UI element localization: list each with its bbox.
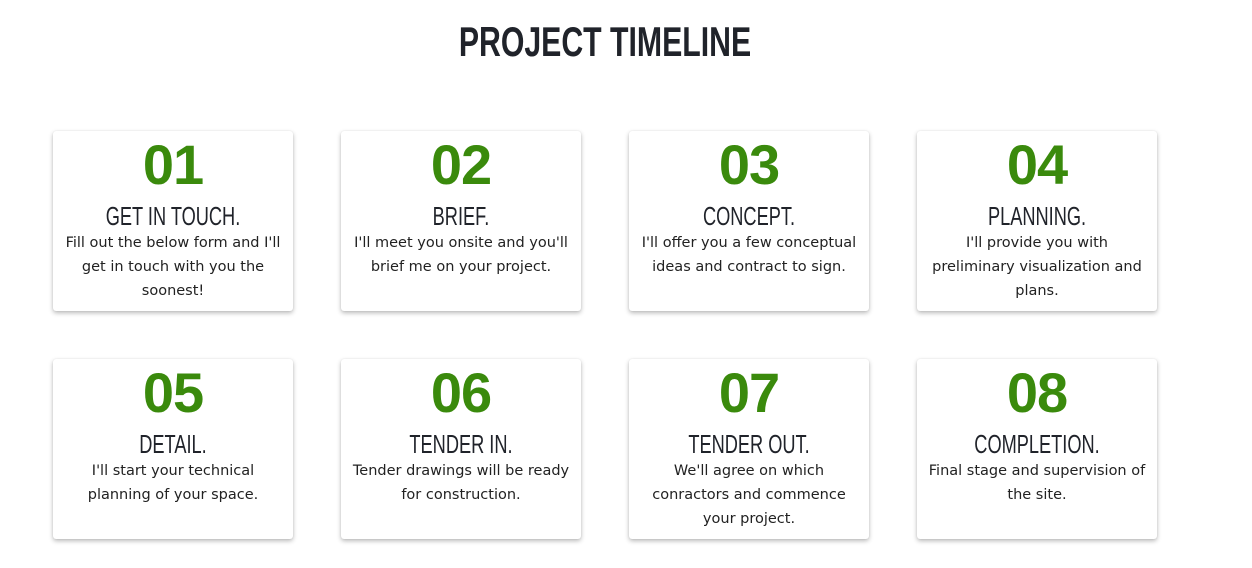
step-number: 08 bbox=[1006, 361, 1068, 424]
step-description: I'll offer you a few conceptual ideas an… bbox=[641, 235, 857, 275]
step-number: 03 bbox=[718, 133, 780, 196]
step-heading: BRIEF. bbox=[432, 201, 490, 231]
step-number: 02 bbox=[430, 133, 492, 196]
step-heading: CONCEPT. bbox=[702, 201, 796, 231]
step-description: I'll provide you with preliminary visual… bbox=[932, 235, 1142, 299]
timeline-card-07: 07 TENDER OUT. We'll agree on which conr… bbox=[629, 359, 869, 539]
step-description: I'll start your technical planning of yo… bbox=[87, 463, 259, 503]
step-number: 06 bbox=[430, 361, 492, 424]
timeline-card-04: 04 PLANNING. I'll provide you with preli… bbox=[917, 131, 1157, 311]
step-description: Tender drawings will be ready for constr… bbox=[352, 463, 570, 503]
step-number: 04 bbox=[1006, 133, 1068, 196]
timeline-card-05: 05 DETAIL. I'll start your technical pla… bbox=[53, 359, 293, 539]
step-heading: TENDER IN. bbox=[409, 429, 513, 459]
step-description: I'll meet you onsite and you'll brief me… bbox=[354, 235, 568, 275]
timeline-card-02: 02 BRIEF. I'll meet you onsite and you'l… bbox=[341, 131, 581, 311]
step-description: We'll agree on which conractors and comm… bbox=[652, 463, 846, 527]
timeline-card-03: 03 CONCEPT. I'll offer you a few concept… bbox=[629, 131, 869, 311]
timeline-card-06: 06 TENDER IN. Tender drawings will be re… bbox=[341, 359, 581, 539]
step-heading: PLANNING. bbox=[987, 201, 1087, 231]
step-number: 07 bbox=[718, 361, 780, 424]
step-heading: COMPLETION. bbox=[974, 429, 1100, 459]
step-description: Fill out the below form and I'll get in … bbox=[65, 235, 281, 299]
timeline-card-01: 01 GET IN TOUCH. Fill out the below form… bbox=[53, 131, 293, 311]
step-number: 05 bbox=[142, 361, 204, 424]
step-number: 01 bbox=[142, 133, 204, 196]
step-heading: DETAIL. bbox=[139, 429, 207, 459]
timeline-card-08: 08 COMPLETION. Final stage and supervisi… bbox=[917, 359, 1157, 539]
step-heading: TENDER OUT. bbox=[688, 429, 810, 459]
step-heading: GET IN TOUCH. bbox=[105, 201, 241, 231]
step-description: Final stage and supervision of the site. bbox=[928, 463, 1146, 503]
page-title: PROJECT TIMELINE bbox=[458, 18, 752, 65]
